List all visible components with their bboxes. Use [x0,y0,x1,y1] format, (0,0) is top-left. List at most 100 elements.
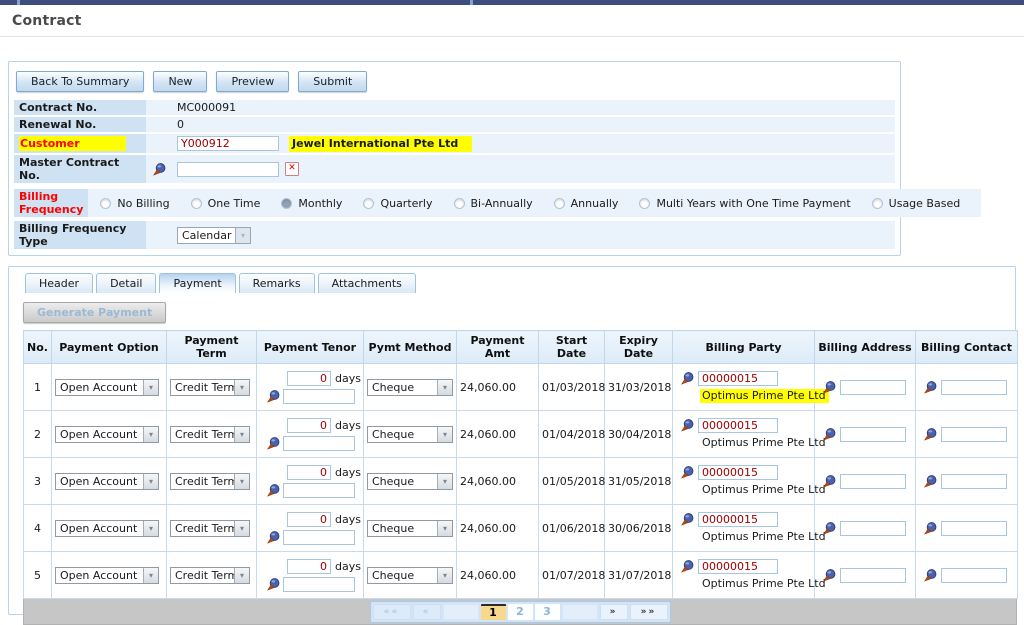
billing-frequency-radio[interactable]: Quarterly [363,197,433,210]
radio-icon[interactable] [639,197,651,209]
payment-option-select[interactable]: Open Account ▾ [55,425,159,443]
lookup-icon[interactable] [924,380,937,394]
billing-frequency-radio[interactable]: Multi Years with One Time Payment [639,197,851,210]
radio-icon[interactable] [871,197,883,209]
customer-code-input[interactable] [177,136,279,151]
billing-frequency-radio[interactable]: Usage Based [871,197,960,210]
toolbar-button[interactable]: New [153,71,208,92]
tenor-lookup-input[interactable] [283,577,355,592]
lookup-icon[interactable] [267,484,280,497]
billing-address-input[interactable] [840,426,906,442]
lookup-icon[interactable] [823,427,836,441]
generate-payment-button[interactable]: Generate Payment [23,302,167,323]
pagination-last-button[interactable]: »» [629,603,668,620]
lookup-icon[interactable] [924,568,937,582]
lookup-icon[interactable] [681,419,694,432]
pagination-page-button[interactable]: 1 [480,603,506,620]
start-date: 01/03/2018 [538,363,605,411]
payment-option-select[interactable]: Open Account ▾ [55,472,159,490]
tab[interactable]: Detail [96,273,157,293]
tenor-lookup-input[interactable] [283,436,355,451]
tab[interactable]: Attachments [317,273,416,293]
billing-frequency-type-select[interactable]: Calendar ▾ [177,226,251,244]
clear-icon[interactable]: ✕ [285,162,299,176]
lookup-icon[interactable] [823,521,836,535]
lookup-icon[interactable] [681,513,694,526]
toolbar-button[interactable]: Submit [298,71,368,92]
payment-option-select[interactable]: Open Account ▾ [55,378,159,396]
radio-icon[interactable] [281,197,293,209]
toolbar-button[interactable]: Preview [216,71,290,92]
billing-contact-input[interactable] [941,379,1007,395]
tenor-lookup-input[interactable] [283,389,355,404]
billing-party-input[interactable] [698,559,778,574]
tab[interactable]: Payment [159,273,236,293]
radio-icon[interactable] [100,197,112,209]
billing-frequency-radio[interactable]: Annually [553,197,618,210]
billing-party-input[interactable] [698,418,778,433]
lookup-icon[interactable] [267,390,280,403]
pagination-page-button[interactable]: 2 [507,603,533,620]
tab[interactable]: Remarks [238,273,315,293]
billing-address-input[interactable] [840,379,906,395]
billing-frequency-radio[interactable]: One Time [190,197,260,210]
payment-term-select[interactable]: Credit Term ▾ [170,566,250,584]
billing-contact-input[interactable] [941,473,1007,489]
pagination-next-button[interactable]: » [599,603,628,620]
lookup-icon[interactable] [823,568,836,582]
lookup-icon[interactable] [267,578,280,591]
billing-contact-input[interactable] [941,426,1007,442]
billing-party-input[interactable] [698,371,778,386]
billing-contact-input[interactable] [941,567,1007,583]
billing-address-input[interactable] [840,567,906,583]
payment-amt: 24,060.00 [456,410,539,458]
tab[interactable]: Header [25,273,94,293]
lookup-icon[interactable] [924,474,937,488]
tenor-lookup-input[interactable] [283,483,355,498]
radio-icon[interactable] [363,197,375,209]
billing-address-input[interactable] [840,520,906,536]
tenor-days-input[interactable] [287,418,331,433]
lookup-icon[interactable] [267,531,280,544]
billing-frequency-radio[interactable]: Monthly [281,197,342,210]
lookup-icon[interactable] [681,466,694,479]
toolbar-button[interactable]: Back To Summary [16,71,145,92]
lookup-icon[interactable] [823,380,836,394]
pymt-method-select[interactable]: Cheque ▾ [367,425,453,443]
lookup-icon[interactable] [267,437,280,450]
pagination-prev-button[interactable]: « [412,603,441,620]
pymt-method-select[interactable]: Cheque ▾ [367,566,453,584]
payment-term-select[interactable]: Credit Term ▾ [170,425,250,443]
tenor-days-input[interactable] [287,512,331,527]
payment-option-select[interactable]: Open Account ▾ [55,519,159,537]
billing-frequency-radio[interactable]: No Billing [100,197,170,210]
lookup-icon[interactable] [153,162,166,176]
pagination-first-button[interactable]: «« [372,603,411,620]
billing-party-input[interactable] [698,512,778,527]
radio-icon[interactable] [190,197,202,209]
billing-address-input[interactable] [840,473,906,489]
payment-term-select[interactable]: Credit Term ▾ [170,472,250,490]
lookup-icon[interactable] [924,427,937,441]
tenor-days-input[interactable] [287,465,331,480]
tenor-lookup-input[interactable] [283,530,355,545]
pagination-page-button[interactable]: 3 [534,603,560,620]
pymt-method-select[interactable]: Cheque ▾ [367,472,453,490]
radio-icon[interactable] [453,197,465,209]
lookup-icon[interactable] [924,521,937,535]
payment-option-select[interactable]: Open Account ▾ [55,566,159,584]
billing-party-input[interactable] [698,465,778,480]
lookup-icon[interactable] [823,474,836,488]
pymt-method-select[interactable]: Cheque ▾ [367,378,453,396]
column-header: Payment Tenor [256,330,364,364]
billing-frequency-radio[interactable]: Bi-Annually [453,197,533,210]
master-contract-input[interactable] [177,161,279,177]
tenor-days-input[interactable] [287,559,331,574]
payment-term-select[interactable]: Credit Term ▾ [170,519,250,537]
tenor-days-input[interactable] [287,371,331,386]
payment-term-select[interactable]: Credit Term ▾ [170,378,250,396]
lookup-icon[interactable] [681,372,694,385]
pymt-method-select[interactable]: Cheque ▾ [367,519,453,537]
radio-icon[interactable] [553,197,565,209]
billing-contact-input[interactable] [941,520,1007,536]
